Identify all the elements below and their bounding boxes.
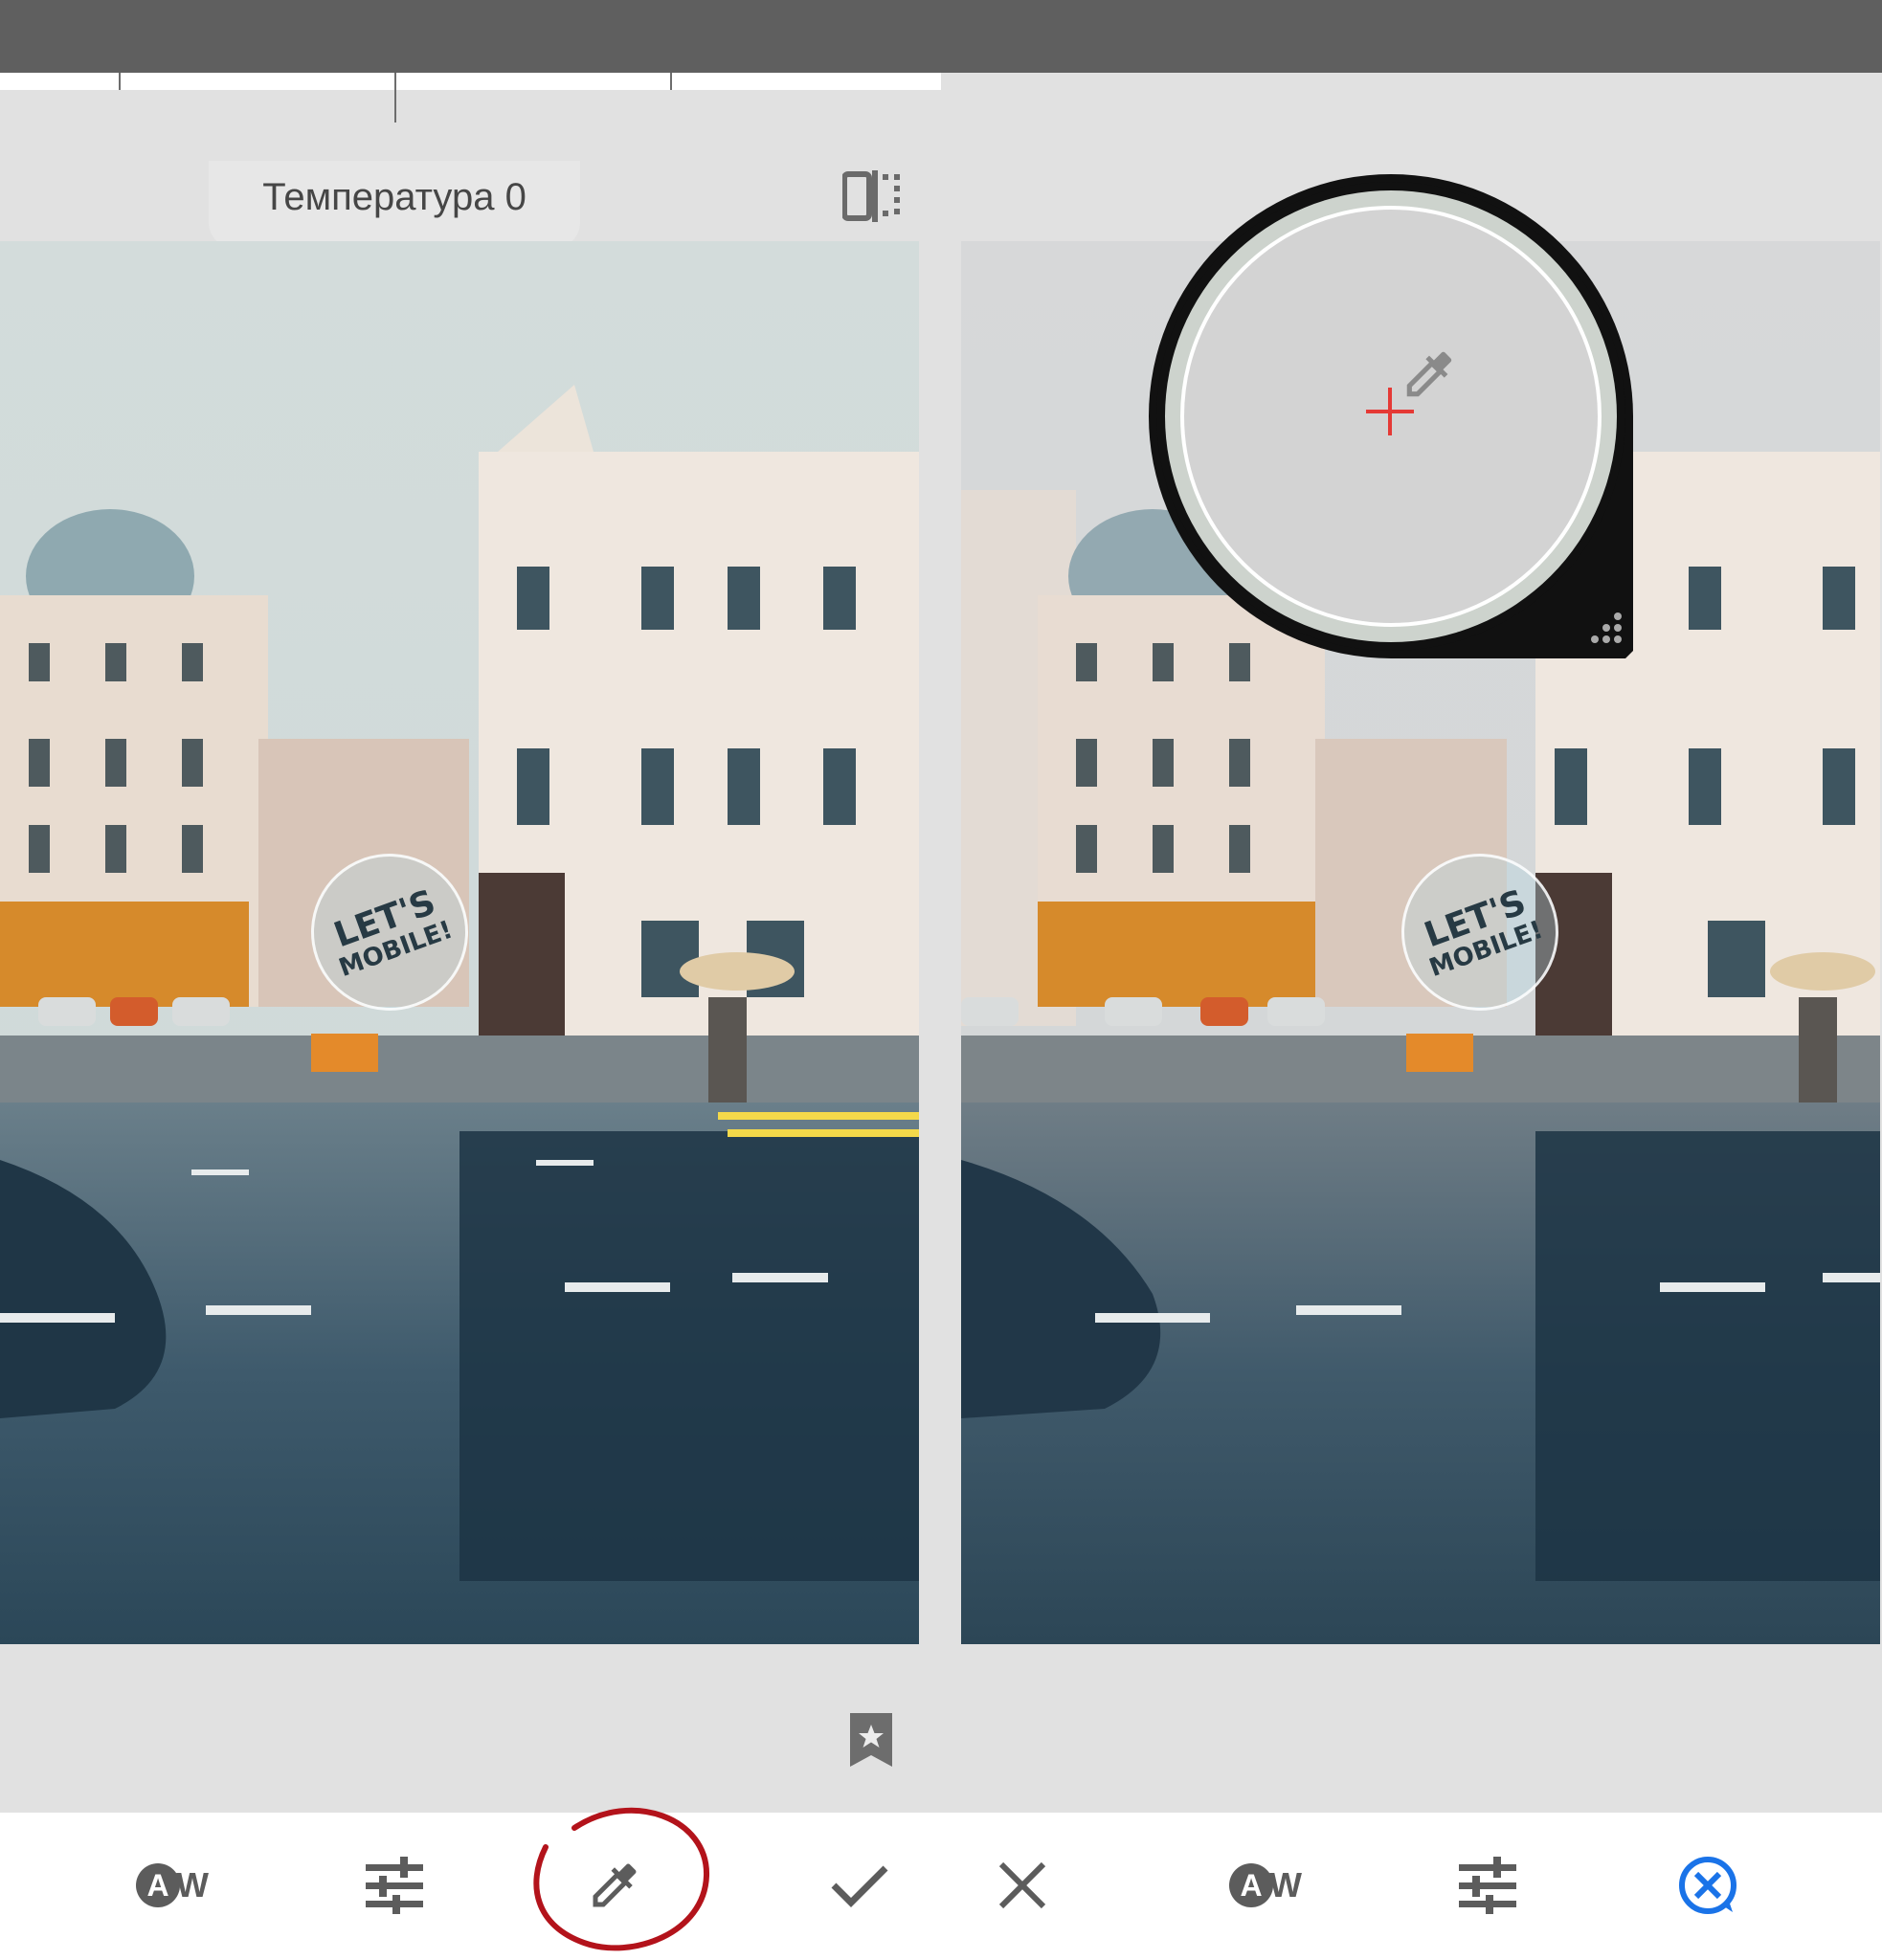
auto-white-balance-button[interactable]: AW bbox=[1227, 1847, 1304, 1924]
apply-button[interactable] bbox=[821, 1847, 898, 1924]
adjustment-label: Температура 0 bbox=[262, 176, 527, 218]
cancel-eyedropper-button[interactable] bbox=[1669, 1847, 1746, 1924]
adjust-sliders-button[interactable] bbox=[1449, 1847, 1526, 1924]
slider-thumb[interactable] bbox=[394, 73, 396, 122]
adjust-sliders-icon bbox=[366, 1857, 423, 1914]
adjust-sliders-icon bbox=[1459, 1857, 1516, 1914]
bottom-toolbar bbox=[0, 1813, 1882, 1960]
slider-tick bbox=[670, 73, 672, 90]
top-status-bar bbox=[0, 0, 1882, 73]
annotation-circle bbox=[533, 1807, 710, 1951]
temperature-slider-track[interactable] bbox=[0, 73, 941, 90]
checkmark-icon bbox=[831, 1865, 888, 1907]
adjustment-value-pill: Температура 0 bbox=[209, 161, 580, 249]
auto-white-balance-button[interactable]: AW bbox=[134, 1847, 211, 1924]
cancel-eyedropper-icon bbox=[1679, 1857, 1736, 1914]
compare-split-icon[interactable] bbox=[842, 170, 904, 222]
auto-white-balance-icon: AW bbox=[136, 1863, 209, 1907]
slider-tick bbox=[119, 73, 121, 90]
close-icon bbox=[998, 1861, 1046, 1909]
cancel-button[interactable] bbox=[984, 1847, 1061, 1924]
styles-bookmark-icon[interactable] bbox=[848, 1711, 894, 1769]
photo-preview-left[interactable]: LET'S MOBILE! bbox=[0, 241, 919, 1644]
auto-white-balance-icon: AW bbox=[1229, 1863, 1302, 1907]
eyedropper-icon bbox=[1406, 351, 1452, 397]
adjust-sliders-button[interactable] bbox=[356, 1847, 433, 1924]
